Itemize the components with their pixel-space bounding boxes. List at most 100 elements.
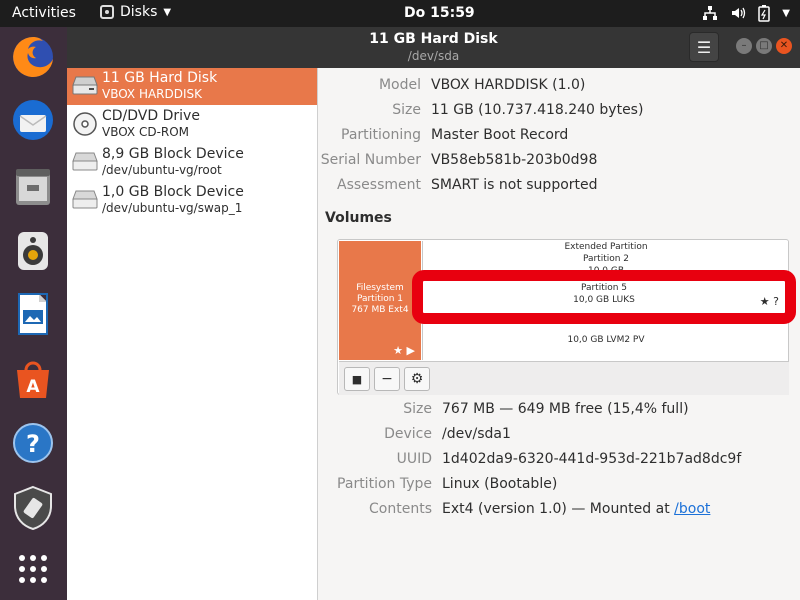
hamburger-icon: ☰ xyxy=(696,37,712,57)
extended-partition-number: Partition 2 xyxy=(582,254,630,264)
device-label: Device xyxy=(384,426,432,442)
lvm-volume-label[interactable]: 10,0 GB LVM2 PV xyxy=(423,335,789,345)
clock[interactable]: Do 15:59 xyxy=(404,5,475,21)
dock-files[interactable] xyxy=(8,162,58,212)
delete-partition-button[interactable]: − xyxy=(374,367,400,391)
minus-icon: − xyxy=(381,371,393,387)
files-icon xyxy=(16,169,50,205)
network-icon xyxy=(703,6,718,20)
model-value: VBOX HARDDISK (1.0) xyxy=(431,77,586,93)
close-button[interactable]: ✕ xyxy=(776,38,792,54)
device-value: /dev/sda1 xyxy=(442,426,511,442)
dock-firefox[interactable] xyxy=(8,32,58,82)
disks-app-icon xyxy=(100,5,114,19)
model-label: Model xyxy=(378,77,421,93)
partition-5-label: Partition 5 xyxy=(580,283,628,293)
dock-usb-creator[interactable] xyxy=(8,483,58,533)
hard-disk-icon xyxy=(72,76,98,95)
device-subtitle: /dev/ubuntu-vg/swap_1 xyxy=(102,201,243,215)
maximize-button[interactable]: □ xyxy=(756,38,772,54)
svg-text:?: ? xyxy=(26,430,40,458)
block-device-icon xyxy=(72,152,98,171)
drive-details: Model Size Partitioning Serial Number As… xyxy=(319,68,800,600)
device-subtitle: /dev/ubuntu-vg/root xyxy=(102,163,222,177)
svg-text:A: A xyxy=(26,377,40,397)
minimize-button[interactable]: – xyxy=(736,38,752,54)
rhythmbox-icon xyxy=(18,232,48,270)
dock-help[interactable]: ? xyxy=(8,418,58,468)
partition-type-value: Linux (Bootable) xyxy=(442,476,558,492)
partition-settings-button[interactable]: ⚙ xyxy=(404,367,430,391)
device-item-block-swap[interactable]: 1,0 GB Block Device /dev/ubuntu-vg/swap_… xyxy=(67,182,317,219)
size-value: 11 GB (10.737.418.240 bytes) xyxy=(431,102,644,118)
volume-icon xyxy=(732,7,746,19)
minimize-icon: – xyxy=(741,40,747,51)
thunderbird-icon xyxy=(13,100,53,140)
contents-value: Ext4 (version 1.0) — Mounted at /boot xyxy=(442,501,710,517)
chevron-down-icon: ▼ xyxy=(782,7,790,19)
device-subtitle: VBOX CD-ROM xyxy=(102,125,190,139)
gear-icon: ⚙ xyxy=(410,371,424,387)
device-name: CD/DVD Drive xyxy=(102,108,200,124)
extended-partition-label: Extended Partition xyxy=(564,242,648,252)
volume-size-label: 767 MB Ext4 xyxy=(351,305,409,315)
partition-size-label: Size xyxy=(403,401,432,417)
partitioning-value: Master Boot Record xyxy=(431,127,569,143)
battery-icon xyxy=(758,5,771,22)
partition-size-value: 767 MB — 649 MB free (15,4% full) xyxy=(442,401,689,417)
volume-partition-label: Partition 1 xyxy=(356,294,404,304)
volume-toolbar: ■ − ⚙ xyxy=(339,361,789,395)
serial-number-value: VB58eb581b-203b0d98 xyxy=(431,152,598,168)
window-header: 11 GB Hard Disk /dev/sda ☰ – □ ✕ xyxy=(67,27,800,68)
highlighted-partition-5[interactable]: Partition 5 10,0 GB LUKS ★ ? xyxy=(412,270,796,324)
volumes-heading: Volumes xyxy=(325,210,392,226)
software-icon: A xyxy=(17,361,49,398)
partitioning-label: Partitioning xyxy=(341,127,421,143)
dock-thunderbird[interactable] xyxy=(8,95,58,145)
uuid-value: 1d402da9-6320-441d-953d-221b7ad8dc9f xyxy=(442,451,742,467)
chevron-down-icon: ▼ xyxy=(163,6,172,18)
dock: A ? xyxy=(0,27,67,600)
device-name: 1,0 GB Block Device xyxy=(102,184,244,200)
stop-icon: ■ xyxy=(351,372,363,386)
device-name: 11 GB Hard Disk xyxy=(102,70,218,86)
show-apps-icon xyxy=(19,555,47,583)
assessment-value: SMART is not supported xyxy=(431,177,598,193)
assessment-label: Assessment xyxy=(337,177,421,193)
star-icon: ★ ? xyxy=(759,295,779,308)
device-list: 11 GB Hard Disk VBOX HARDDISK CD/DVD Dri… xyxy=(67,68,318,600)
device-subtitle: VBOX HARDDISK xyxy=(102,87,203,101)
mounted-star-icon: ★ ▶ xyxy=(393,344,415,357)
volume-filesystem-partition-1[interactable]: Filesystem Partition 1 767 MB Ext4 ★ ▶ xyxy=(339,241,421,360)
partition-type-label: Partition Type xyxy=(337,476,432,492)
block-device-icon xyxy=(72,190,98,209)
serial-number-label: Serial Number xyxy=(320,152,421,168)
activities-button[interactable]: Activities xyxy=(12,5,76,21)
contents-text: Ext4 (version 1.0) — Mounted at xyxy=(442,501,675,517)
usb-creator-icon xyxy=(14,485,52,531)
writer-icon xyxy=(18,293,48,335)
device-name: 8,9 GB Block Device xyxy=(102,146,244,162)
device-item-hard-disk[interactable]: 11 GB Hard Disk VBOX HARDDISK xyxy=(67,68,317,105)
unmount-button[interactable]: ■ xyxy=(344,367,370,391)
device-item-block-root[interactable]: 8,9 GB Block Device /dev/ubuntu-vg/root xyxy=(67,144,317,181)
top-bar: Activities Disks ▼ Do 15:59 ▼ xyxy=(0,0,800,27)
dock-software[interactable]: A xyxy=(8,355,58,405)
app-menu[interactable]: Disks ▼ xyxy=(100,4,171,20)
close-icon: ✕ xyxy=(779,40,789,51)
partition-5-size: 10,0 GB LUKS xyxy=(573,295,635,305)
dock-writer[interactable] xyxy=(8,289,58,339)
app-menu-label: Disks xyxy=(120,4,158,20)
mount-point-link[interactable]: /boot xyxy=(674,501,710,517)
size-label: Size xyxy=(392,102,421,118)
system-tray[interactable]: ▼ xyxy=(702,4,790,22)
device-item-cd-dvd[interactable]: CD/DVD Drive VBOX CD-ROM xyxy=(67,106,317,143)
volume-type-label: Filesystem xyxy=(356,283,404,293)
firefox-icon xyxy=(13,37,54,77)
show-apps-button[interactable] xyxy=(8,544,58,594)
optical-disc-icon xyxy=(73,112,97,136)
contents-label: Contents xyxy=(369,501,432,517)
dock-rhythmbox[interactable] xyxy=(8,226,58,276)
uuid-label: UUID xyxy=(396,451,432,467)
drive-menu-button[interactable]: ☰ xyxy=(689,32,719,62)
